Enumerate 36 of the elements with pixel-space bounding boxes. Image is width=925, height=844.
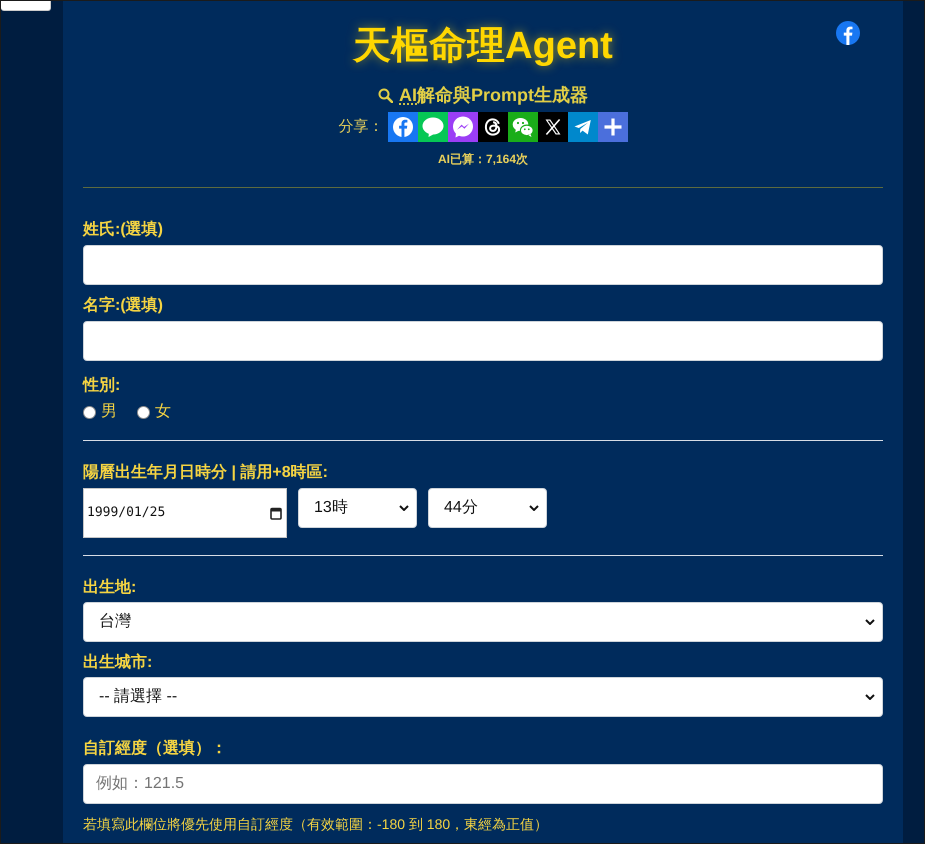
- plus-icon[interactable]: [598, 112, 628, 142]
- chevron-down-icon: [865, 619, 875, 625]
- chevron-down-icon: [399, 505, 409, 511]
- text-field[interactable]: [83, 321, 883, 361]
- radio-button[interactable]: [83, 406, 96, 418]
- field-label: 陽曆出生年月日時分 | 請用+8時區:: [83, 462, 328, 483]
- date-field[interactable]: 1999/01/25: [83, 488, 287, 538]
- field-label: 自訂經度（選填）：: [83, 738, 227, 759]
- select-field[interactable]: 44分: [428, 488, 547, 528]
- radio-button[interactable]: [137, 406, 150, 418]
- select-field[interactable]: 台灣: [83, 602, 883, 642]
- select-field[interactable]: 13時: [298, 488, 417, 528]
- x-logo-icon[interactable]: [538, 112, 568, 142]
- text-field[interactable]: 例如：121.5: [83, 764, 883, 804]
- share-label: 分享：: [338, 117, 384, 137]
- select-field[interactable]: -- 請選擇 --: [83, 677, 883, 717]
- search-icon: [378, 88, 393, 102]
- usage-counter: AI已算：7,164次: [438, 151, 528, 167]
- chevron-down-icon: [529, 505, 539, 511]
- chevron-down-icon: [865, 694, 875, 700]
- field-label: 出生城市:: [83, 652, 152, 673]
- threads-icon[interactable]: [478, 112, 508, 142]
- messenger-icon[interactable]: [448, 112, 478, 142]
- field-label: 性別:: [83, 376, 120, 396]
- subtitle: AI解命與Prompt生成器: [399, 84, 588, 107]
- field-hint: 若填寫此欄位將優先使用自訂經度（有效範圍：-180 到 180，東經為正值）: [83, 815, 548, 834]
- radio-label[interactable]: 男: [101, 401, 117, 423]
- text-field[interactable]: [83, 245, 883, 285]
- calendar-icon[interactable]: [270, 506, 282, 520]
- paper-plane-icon[interactable]: [568, 112, 598, 142]
- radio-label[interactable]: 女: [155, 401, 171, 423]
- field-label: 姓氏:(選填): [83, 219, 163, 240]
- field-label: 出生地:: [83, 578, 136, 598]
- field-label: 名字:(選填): [83, 295, 163, 316]
- page-title: 天樞命理Agent: [353, 24, 613, 69]
- facebook-icon[interactable]: [836, 21, 860, 45]
